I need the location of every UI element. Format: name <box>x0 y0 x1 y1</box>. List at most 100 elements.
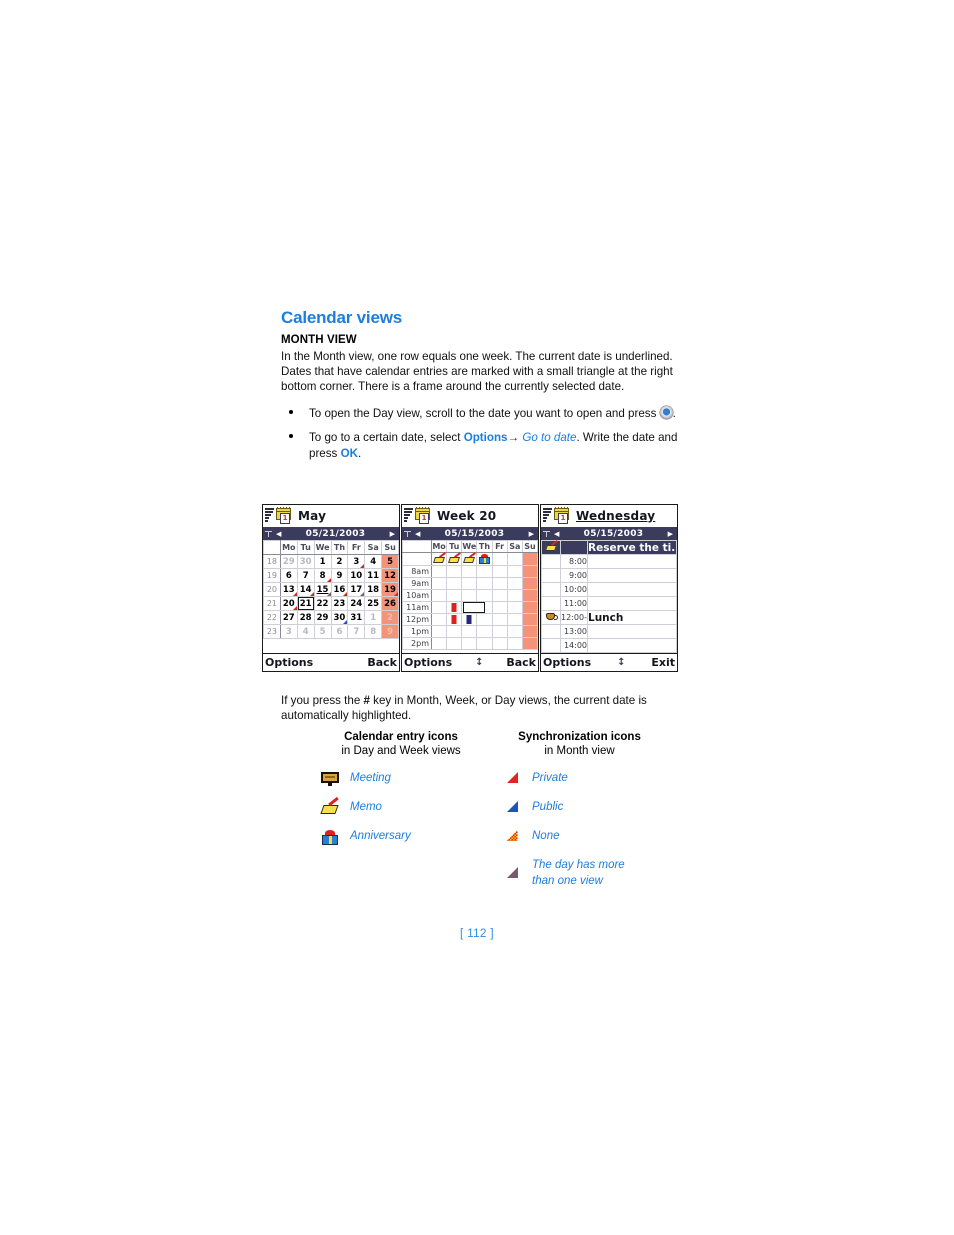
week-slot-cell[interactable] <box>491 589 508 602</box>
week-slot-cell[interactable] <box>506 565 523 578</box>
day-entry-row[interactable]: 11:00 <box>541 596 677 611</box>
week-slot-cell[interactable] <box>521 589 539 602</box>
month-day-cell[interactable]: 20 <box>279 596 298 611</box>
week-slot-cell[interactable] <box>491 577 508 590</box>
prev-arrow-icon[interactable]: ◀ <box>274 530 283 538</box>
week-slot-cell[interactable] <box>521 613 539 626</box>
exit-softkey[interactable]: Exit <box>651 656 675 669</box>
week-slot-cell[interactable] <box>506 577 523 590</box>
week-slot-cell[interactable] <box>476 613 493 626</box>
month-day-cell[interactable]: 4 <box>364 554 383 569</box>
week-slot-cell[interactable] <box>446 601 463 614</box>
week-slot-cell[interactable] <box>506 637 523 650</box>
month-day-cell[interactable]: 7 <box>296 568 315 583</box>
week-slot-cell[interactable] <box>476 637 493 650</box>
week-slot-cell[interactable] <box>430 565 448 578</box>
prev-arrow-icon[interactable]: ◀ <box>413 530 422 538</box>
day-entry-row[interactable]: 9:00 <box>541 568 677 583</box>
week-day-icon-cell[interactable] <box>491 552 508 566</box>
month-day-cell[interactable]: 31 <box>347 610 366 625</box>
month-day-cell[interactable]: 3 <box>279 624 298 639</box>
week-day-icon-cell[interactable] <box>446 551 463 566</box>
options-softkey[interactable]: Options <box>404 656 452 669</box>
month-day-cell[interactable]: 1 <box>364 610 383 625</box>
month-day-cell[interactable]: 9 <box>381 624 399 639</box>
month-day-cell[interactable]: 9 <box>330 568 349 583</box>
prev-arrow-icon[interactable]: ◀ <box>552 530 561 538</box>
week-slot-cell[interactable] <box>461 637 478 650</box>
day-entry-row[interactable]: 12:00- Lunch <box>541 610 677 625</box>
week-slot-cell[interactable] <box>446 637 463 650</box>
week-slot-cell[interactable] <box>430 589 448 602</box>
week-slot-cell[interactable] <box>476 589 493 602</box>
week-slot-cell[interactable] <box>506 589 523 602</box>
week-slot-cell[interactable] <box>521 625 539 638</box>
week-slot-cell[interactable] <box>521 565 539 578</box>
week-slot-cell[interactable] <box>446 613 463 626</box>
month-day-cell[interactable]: 25 <box>364 596 383 611</box>
week-slot-cell[interactable] <box>506 601 523 614</box>
month-day-cell[interactable]: 24 <box>347 596 366 611</box>
month-day-cell[interactable]: 29 <box>279 554 298 569</box>
week-slot-cell[interactable] <box>430 637 448 650</box>
month-day-cell[interactable]: 19 <box>381 582 399 597</box>
day-entry-row[interactable]: 10:00 <box>541 582 677 597</box>
week-slot-cell[interactable] <box>491 625 508 638</box>
day-entry-row[interactable]: 14:00 <box>541 638 677 653</box>
next-arrow-icon[interactable]: ▶ <box>666 530 675 538</box>
month-day-cell[interactable]: 5 <box>313 624 332 639</box>
week-slot-cell[interactable] <box>476 625 493 638</box>
month-day-cell[interactable]: 16 <box>330 582 349 597</box>
month-day-cell[interactable]: 30 <box>296 554 315 569</box>
week-slot-cell[interactable] <box>430 601 448 614</box>
week-slot-cell[interactable] <box>461 565 478 578</box>
week-slot-cell[interactable] <box>521 601 539 614</box>
month-day-cell[interactable]: 22 <box>313 596 332 611</box>
week-slot-cell[interactable] <box>430 625 448 638</box>
options-softkey[interactable]: Options <box>265 656 313 669</box>
week-slot-cell[interactable] <box>461 625 478 638</box>
month-day-cell[interactable]: 4 <box>296 624 315 639</box>
month-day-cell[interactable]: 11 <box>364 568 383 583</box>
month-day-cell[interactable]: 10 <box>347 568 366 583</box>
week-slot-cell[interactable] <box>491 601 508 614</box>
month-day-cell[interactable]: 14 <box>296 582 315 597</box>
week-slot-cell[interactable] <box>446 577 463 590</box>
week-slot-cell[interactable] <box>446 565 463 578</box>
month-day-cell[interactable]: 2 <box>330 554 349 569</box>
month-day-cell[interactable]: 1 <box>313 554 332 569</box>
week-day-icon-cell[interactable] <box>506 552 523 566</box>
month-day-cell[interactable]: 13 <box>279 582 298 597</box>
month-day-cell[interactable]: 2 <box>381 610 399 625</box>
next-arrow-icon[interactable]: ▶ <box>527 530 536 538</box>
week-slot-cell[interactable] <box>506 625 523 638</box>
next-arrow-icon[interactable]: ▶ <box>388 530 397 538</box>
week-slot-cell[interactable] <box>461 577 478 590</box>
month-day-cell[interactable]: 15 <box>313 582 332 597</box>
day-entry-row[interactable]: 13:00 <box>541 624 677 639</box>
week-slot-cell[interactable] <box>506 613 523 626</box>
day-entry-row[interactable]: Reserve the ti.. <box>541 539 677 555</box>
month-day-cell[interactable]: 28 <box>296 610 315 625</box>
month-day-cell[interactable]: 8 <box>313 568 332 583</box>
day-entry-row[interactable]: 8:00 <box>541 554 677 569</box>
week-slot-cell[interactable] <box>461 589 478 602</box>
month-day-cell[interactable]: 27 <box>279 610 298 625</box>
month-day-cell[interactable]: 5 <box>381 554 399 569</box>
month-day-cell[interactable]: 7 <box>347 624 366 639</box>
month-day-cell[interactable]: 12 <box>381 568 399 583</box>
week-slot-cell[interactable] <box>476 577 493 590</box>
month-day-cell[interactable]: 8 <box>364 624 383 639</box>
go-to-date-link[interactable]: Go to date <box>522 431 576 444</box>
week-day-icon-cell[interactable] <box>521 552 539 566</box>
week-day-icon-cell[interactable] <box>476 552 493 566</box>
week-slot-cell[interactable] <box>430 613 448 626</box>
month-day-cell[interactable]: 3 <box>347 554 366 569</box>
week-slot-cell[interactable] <box>491 637 508 650</box>
month-day-cell[interactable]: 18 <box>364 582 383 597</box>
month-day-cell[interactable]: 30 <box>330 610 349 625</box>
week-slot-cell[interactable] <box>476 565 493 578</box>
week-slot-cell[interactable] <box>446 589 463 602</box>
week-slot-cell[interactable] <box>461 613 478 626</box>
week-day-icon-cell[interactable] <box>430 551 448 566</box>
